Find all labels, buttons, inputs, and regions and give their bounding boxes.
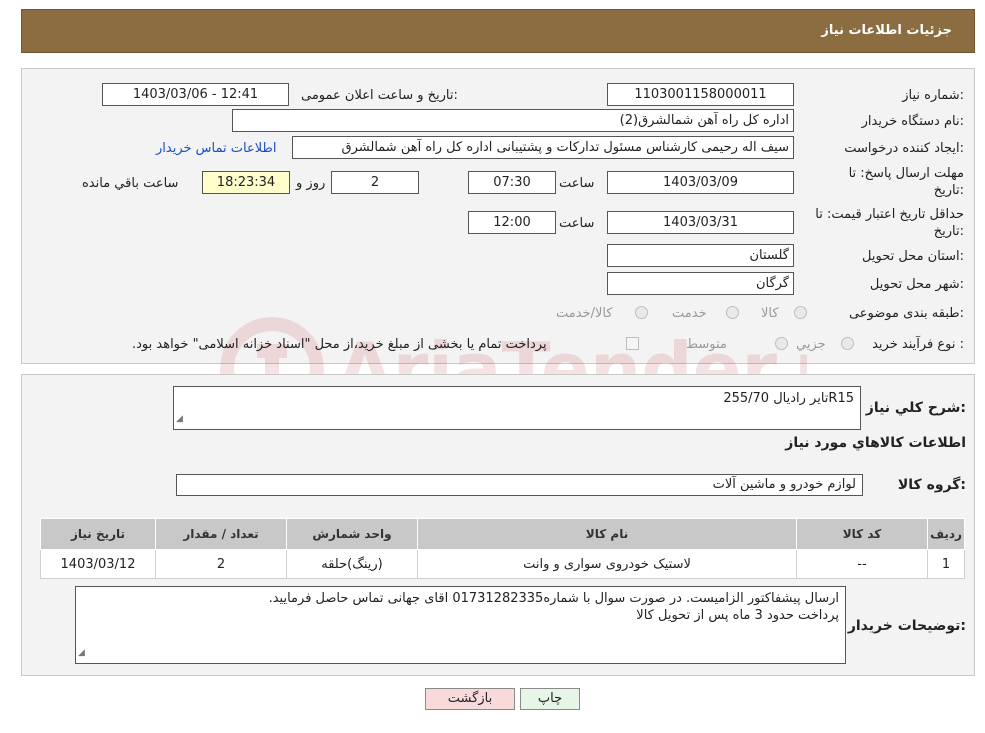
deadline-label-date: تاریخ: [933, 183, 964, 198]
cell-qty: 2 [155, 549, 287, 579]
col-qty: تعداد / مقدار [155, 518, 287, 550]
category-both-label: کالا/خدمت [556, 306, 613, 321]
requester-label: ایجاد کننده درخواست: [844, 141, 964, 156]
city-field: گرگان [607, 272, 794, 295]
process-minor-label: جزیي [796, 337, 826, 352]
goods-details-panel: شرح کلي نياز: تایر رادیال 255/70R15 ◢ اط… [21, 374, 975, 676]
city-label: شهر محل تحویل: [869, 277, 964, 292]
category-service-radio[interactable] [726, 306, 739, 319]
process-medium-radio[interactable] [775, 337, 788, 350]
col-code: کد کالا [796, 518, 928, 550]
page-title: جزئیات اطلاعات نیاز [821, 23, 952, 38]
need-info-panel: AriaTender.neT شماره نیاز: 1103001158000… [21, 68, 975, 421]
buyer-notes-line-1: ارسال پیشفاکتور الزامیست. در صورت سوال ب… [268, 591, 839, 606]
validity-label: حداقل تاریخ اعتبار قیمت: تا [815, 207, 964, 222]
buyer-notes-label: توضیحات خریدار: [847, 618, 966, 634]
table-row: 1 -- لاستیک خودروی سواری و وانت (رینگ)حل… [40, 549, 965, 579]
col-row: ردیف [927, 518, 965, 550]
goods-table-header: ردیف کد کالا نام کالا واحد شمارش تعداد /… [40, 518, 965, 550]
summary-label: شرح کلي نياز: [865, 400, 966, 416]
remaining-time-field: 18:23:34 [202, 171, 290, 194]
goods-info-title: اطلاعات کالاهاي مورد نياز [785, 435, 966, 451]
remaining-label: ساعت باقي مانده [82, 176, 179, 191]
page-header: جزئیات اطلاعات نیاز [21, 9, 975, 53]
deadline-time-label: ساعت [559, 176, 595, 191]
buyer-notes-line-2: پرداخت حدود 3 ماه پس از تحویل کالا [636, 608, 839, 623]
cell-code: -- [796, 549, 928, 579]
col-name: نام کالا [417, 518, 797, 550]
process-minor-radio[interactable] [841, 337, 854, 350]
print-button[interactable]: چاپ [520, 688, 580, 710]
process-note: پرداخت تمام یا بخشی از مبلغ خرید،از محل … [132, 337, 547, 352]
cell-row: 1 [927, 549, 965, 579]
category-goods-label: کالا [761, 306, 779, 321]
goods-group-text: لوازم خودرو و ماشین آلات [712, 477, 856, 492]
buyer-org-field: اداره کل راه آهن شمالشرق(2) [232, 109, 794, 132]
col-date: تاریخ نیاز [40, 518, 156, 550]
goods-group-field: لوازم خودرو و ماشین آلات [176, 474, 863, 496]
days-label: روز و [296, 176, 326, 191]
validity-time-label: ساعت [559, 216, 595, 231]
province-label: استان محل تحویل: [862, 249, 964, 264]
col-unit: واحد شمارش [286, 518, 418, 550]
cell-date: 1403/03/12 [40, 549, 156, 579]
need-number-label: شماره نیاز: [902, 88, 964, 103]
buyer-contact-link[interactable]: اطلاعات تماس خریدار [156, 141, 276, 156]
category-service-label: خدمت [672, 306, 707, 321]
back-button[interactable]: بازگشت [425, 688, 515, 710]
process-label: نوع فرآیند خرید : [872, 337, 964, 352]
buyer-notes-textarea: ارسال پیشفاکتور الزامیست. در صورت سوال ب… [75, 586, 846, 664]
province-field: گلستان [607, 244, 794, 267]
need-number-field: 1103001158000011 [607, 83, 794, 106]
treasury-bonds-checkbox[interactable] [626, 337, 639, 350]
requester-field: سیف اله رحیمی کارشناس مسئول تدارکات و پش… [292, 136, 794, 159]
deadline-label: مهلت ارسال پاسخ: تا [848, 166, 964, 181]
goods-group-label: گروه کالا: [897, 477, 966, 493]
deadline-time-field: 07:30 [468, 171, 556, 194]
deadline-date-field: 1403/03/09 [607, 171, 794, 194]
summary-textarea: تایر رادیال 255/70R15 ◢ [173, 386, 861, 430]
announce-field: 1403/03/06 - 12:41 [102, 83, 289, 106]
resize-grip-icon: ◢ [176, 414, 183, 424]
validity-date-field: 1403/03/31 [607, 211, 794, 234]
announce-label: تاریخ و ساعت اعلان عمومی: [301, 88, 458, 103]
days-field: 2 [331, 171, 419, 194]
category-goods-radio[interactable] [794, 306, 807, 319]
resize-grip-icon: ◢ [78, 648, 85, 658]
category-label: طبقه بندی موضوعی: [848, 306, 964, 321]
validity-label-date: تاریخ: [933, 224, 964, 239]
category-both-radio[interactable] [635, 306, 648, 319]
buyer-org-label: نام دستگاه خریدار: [861, 114, 964, 129]
cell-unit: (رینگ)حلقه [286, 549, 418, 579]
cell-name: لاستیک خودروی سواری و وانت [417, 549, 797, 579]
process-medium-label: متوسط [686, 337, 727, 352]
summary-text: تایر رادیال 255/70R15 [723, 391, 854, 406]
validity-time-field: 12:00 [468, 211, 556, 234]
goods-table: ردیف کد کالا نام کالا واحد شمارش تعداد /… [40, 518, 965, 579]
